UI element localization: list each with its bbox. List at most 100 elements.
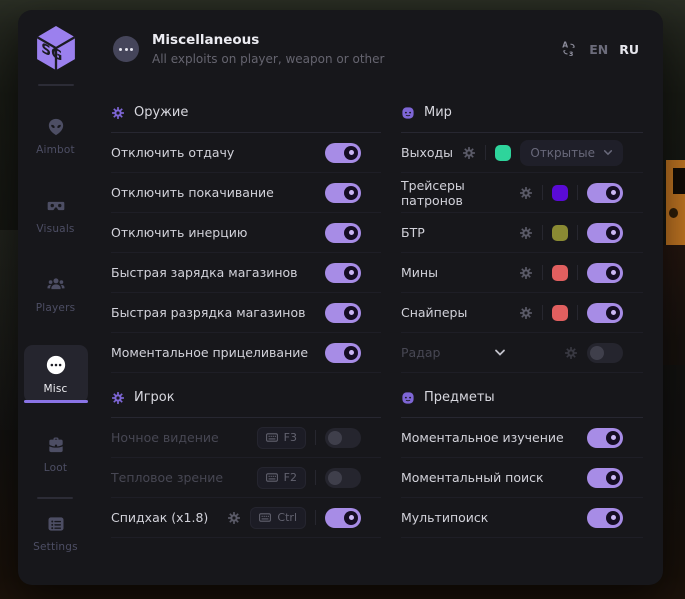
feature-row-speedhack: Спидхак (x1.8) Ctrl bbox=[111, 498, 381, 538]
toggle-fast-unload[interactable] bbox=[325, 303, 361, 323]
section-world: Мир Выходы Отк bbox=[401, 88, 643, 373]
sidebar-item-settings[interactable]: Settings bbox=[24, 505, 88, 561]
section-title: Мир bbox=[424, 105, 452, 120]
right-column: Мир Выходы Отк bbox=[401, 88, 643, 538]
sidebar-item-label: Players bbox=[36, 302, 76, 314]
sidebar-item-aimbot[interactable]: Aimbot bbox=[24, 108, 88, 164]
feature-row-instant-research: Моментальное изучение bbox=[401, 418, 643, 458]
toggle-no-inertia[interactable] bbox=[325, 223, 361, 243]
gear-icon[interactable] bbox=[519, 306, 533, 320]
feature-label: Быстрая зарядка магазинов bbox=[111, 265, 298, 280]
feature-label: Отключить инерцию bbox=[111, 225, 247, 240]
expand-chevron-icon[interactable] bbox=[494, 349, 506, 357]
players-icon bbox=[46, 275, 66, 295]
section-title: Игрок bbox=[134, 390, 175, 405]
toggle-knob bbox=[344, 186, 358, 200]
hotkey-label: F3 bbox=[284, 431, 297, 444]
sidebar-item-loot[interactable]: Loot bbox=[24, 426, 88, 482]
sidebar-item-label: Loot bbox=[44, 462, 67, 474]
svg-text:з: з bbox=[569, 49, 573, 58]
toggle-multi-search[interactable] bbox=[587, 508, 623, 528]
hotkey-label: F2 bbox=[284, 471, 297, 484]
hotkey-badge[interactable]: F3 bbox=[257, 427, 306, 449]
toggle-btr[interactable] bbox=[587, 223, 623, 243]
hotkey-badge[interactable]: Ctrl bbox=[250, 507, 306, 529]
world-icon bbox=[401, 106, 415, 120]
feature-row-thermal-vision: Тепловое зрение F2 bbox=[111, 458, 381, 498]
brand-logo-icon: SG bbox=[35, 25, 77, 71]
color-swatch[interactable] bbox=[552, 305, 568, 321]
toggle-instant-ads[interactable] bbox=[325, 343, 361, 363]
gear-icon bbox=[111, 106, 125, 120]
feature-label: Радар bbox=[401, 345, 440, 360]
sidebar-divider-top bbox=[38, 84, 74, 86]
page-header: Miscellaneous All exploits on player, we… bbox=[93, 10, 663, 88]
sidebar-item-visuals[interactable]: Visuals bbox=[24, 187, 88, 243]
translate-icon[interactable]: A з bbox=[560, 40, 578, 58]
background-texture bbox=[0, 230, 18, 430]
toggle-fast-reload[interactable] bbox=[325, 263, 361, 283]
feature-row-exits: Выходы Открытые bbox=[401, 133, 643, 173]
toggle-knob bbox=[606, 471, 620, 485]
sidebar: SG Aimbot Visuals bbox=[18, 10, 93, 585]
toggle-instant-research[interactable] bbox=[587, 428, 623, 448]
toggle-knob bbox=[606, 226, 620, 240]
gear-icon[interactable] bbox=[227, 511, 241, 525]
toggle-knob bbox=[328, 471, 342, 485]
toggle-night-vision[interactable] bbox=[325, 428, 361, 448]
feature-row-tracers: Трейсеры патронов bbox=[401, 173, 643, 213]
language-ru-button[interactable]: RU bbox=[619, 42, 639, 57]
hotkey-badge[interactable]: F2 bbox=[257, 467, 306, 489]
gear-icon[interactable] bbox=[462, 146, 476, 160]
gear-icon[interactable] bbox=[519, 226, 533, 240]
page-title: Miscellaneous bbox=[152, 32, 384, 48]
toggle-knob bbox=[344, 266, 358, 280]
toggle-radar[interactable] bbox=[587, 343, 623, 363]
toggle-no-recoil[interactable] bbox=[325, 143, 361, 163]
feature-label: Мины bbox=[401, 265, 438, 280]
feature-row-no-recoil: Отключить отдачу bbox=[111, 133, 381, 173]
color-swatch[interactable] bbox=[552, 225, 568, 241]
color-swatch[interactable] bbox=[552, 265, 568, 281]
feature-row-instant-loot: Моментальный поиск bbox=[401, 458, 643, 498]
toggle-knob bbox=[606, 186, 620, 200]
feature-label: Отключить отдачу bbox=[111, 145, 234, 160]
gear-icon[interactable] bbox=[519, 266, 533, 280]
language-en-button[interactable]: EN bbox=[589, 42, 608, 57]
toggle-thermal-vision[interactable] bbox=[325, 468, 361, 488]
section-title: Оружие bbox=[134, 105, 188, 120]
feature-label: Моментальное прицеливание bbox=[111, 345, 308, 360]
gear-icon[interactable] bbox=[564, 346, 578, 360]
feature-label: Отключить покачивание bbox=[111, 185, 274, 200]
toggle-instant-loot[interactable] bbox=[587, 468, 623, 488]
toggle-snipers[interactable] bbox=[587, 303, 623, 323]
color-swatch[interactable] bbox=[552, 185, 568, 201]
toggle-knob bbox=[606, 266, 620, 280]
feature-row-btr: БТР bbox=[401, 213, 643, 253]
screen: SG Aimbot Visuals bbox=[0, 0, 685, 599]
exits-select[interactable]: Открытые bbox=[520, 140, 623, 166]
feature-row-fast-unload: Быстрая разрядка магазинов bbox=[111, 293, 381, 333]
sidebar-item-label: Aimbot bbox=[36, 144, 75, 156]
color-swatch[interactable] bbox=[495, 145, 511, 161]
feature-row-multi-search: Мультипоиск bbox=[401, 498, 643, 538]
feature-row-radar: Радар bbox=[401, 333, 643, 373]
misc-ellipsis-avatar bbox=[113, 36, 139, 62]
feature-row-instant-ads: Моментальное прицеливание bbox=[111, 333, 381, 373]
sidebar-item-misc[interactable]: Misc bbox=[24, 345, 88, 403]
toggle-no-sway[interactable] bbox=[325, 183, 361, 203]
gear-icon[interactable] bbox=[519, 186, 533, 200]
content-area: Оружие Отключить отдачу Отключить покачи… bbox=[111, 88, 663, 585]
toggle-speedhack[interactable] bbox=[325, 508, 361, 528]
toggle-knob bbox=[344, 346, 358, 360]
sidebar-item-label: Visuals bbox=[36, 223, 74, 235]
feature-row-no-sway: Отключить покачивание bbox=[111, 173, 381, 213]
toggle-knob bbox=[344, 511, 358, 525]
toggle-knob bbox=[590, 346, 604, 360]
toggle-knob bbox=[606, 306, 620, 320]
ellipsis-circle-icon bbox=[45, 354, 67, 376]
toggle-mines[interactable] bbox=[587, 263, 623, 283]
keyboard-icon bbox=[266, 433, 278, 442]
toggle-tracers[interactable] bbox=[587, 183, 623, 203]
sidebar-item-players[interactable]: Players bbox=[24, 266, 88, 322]
